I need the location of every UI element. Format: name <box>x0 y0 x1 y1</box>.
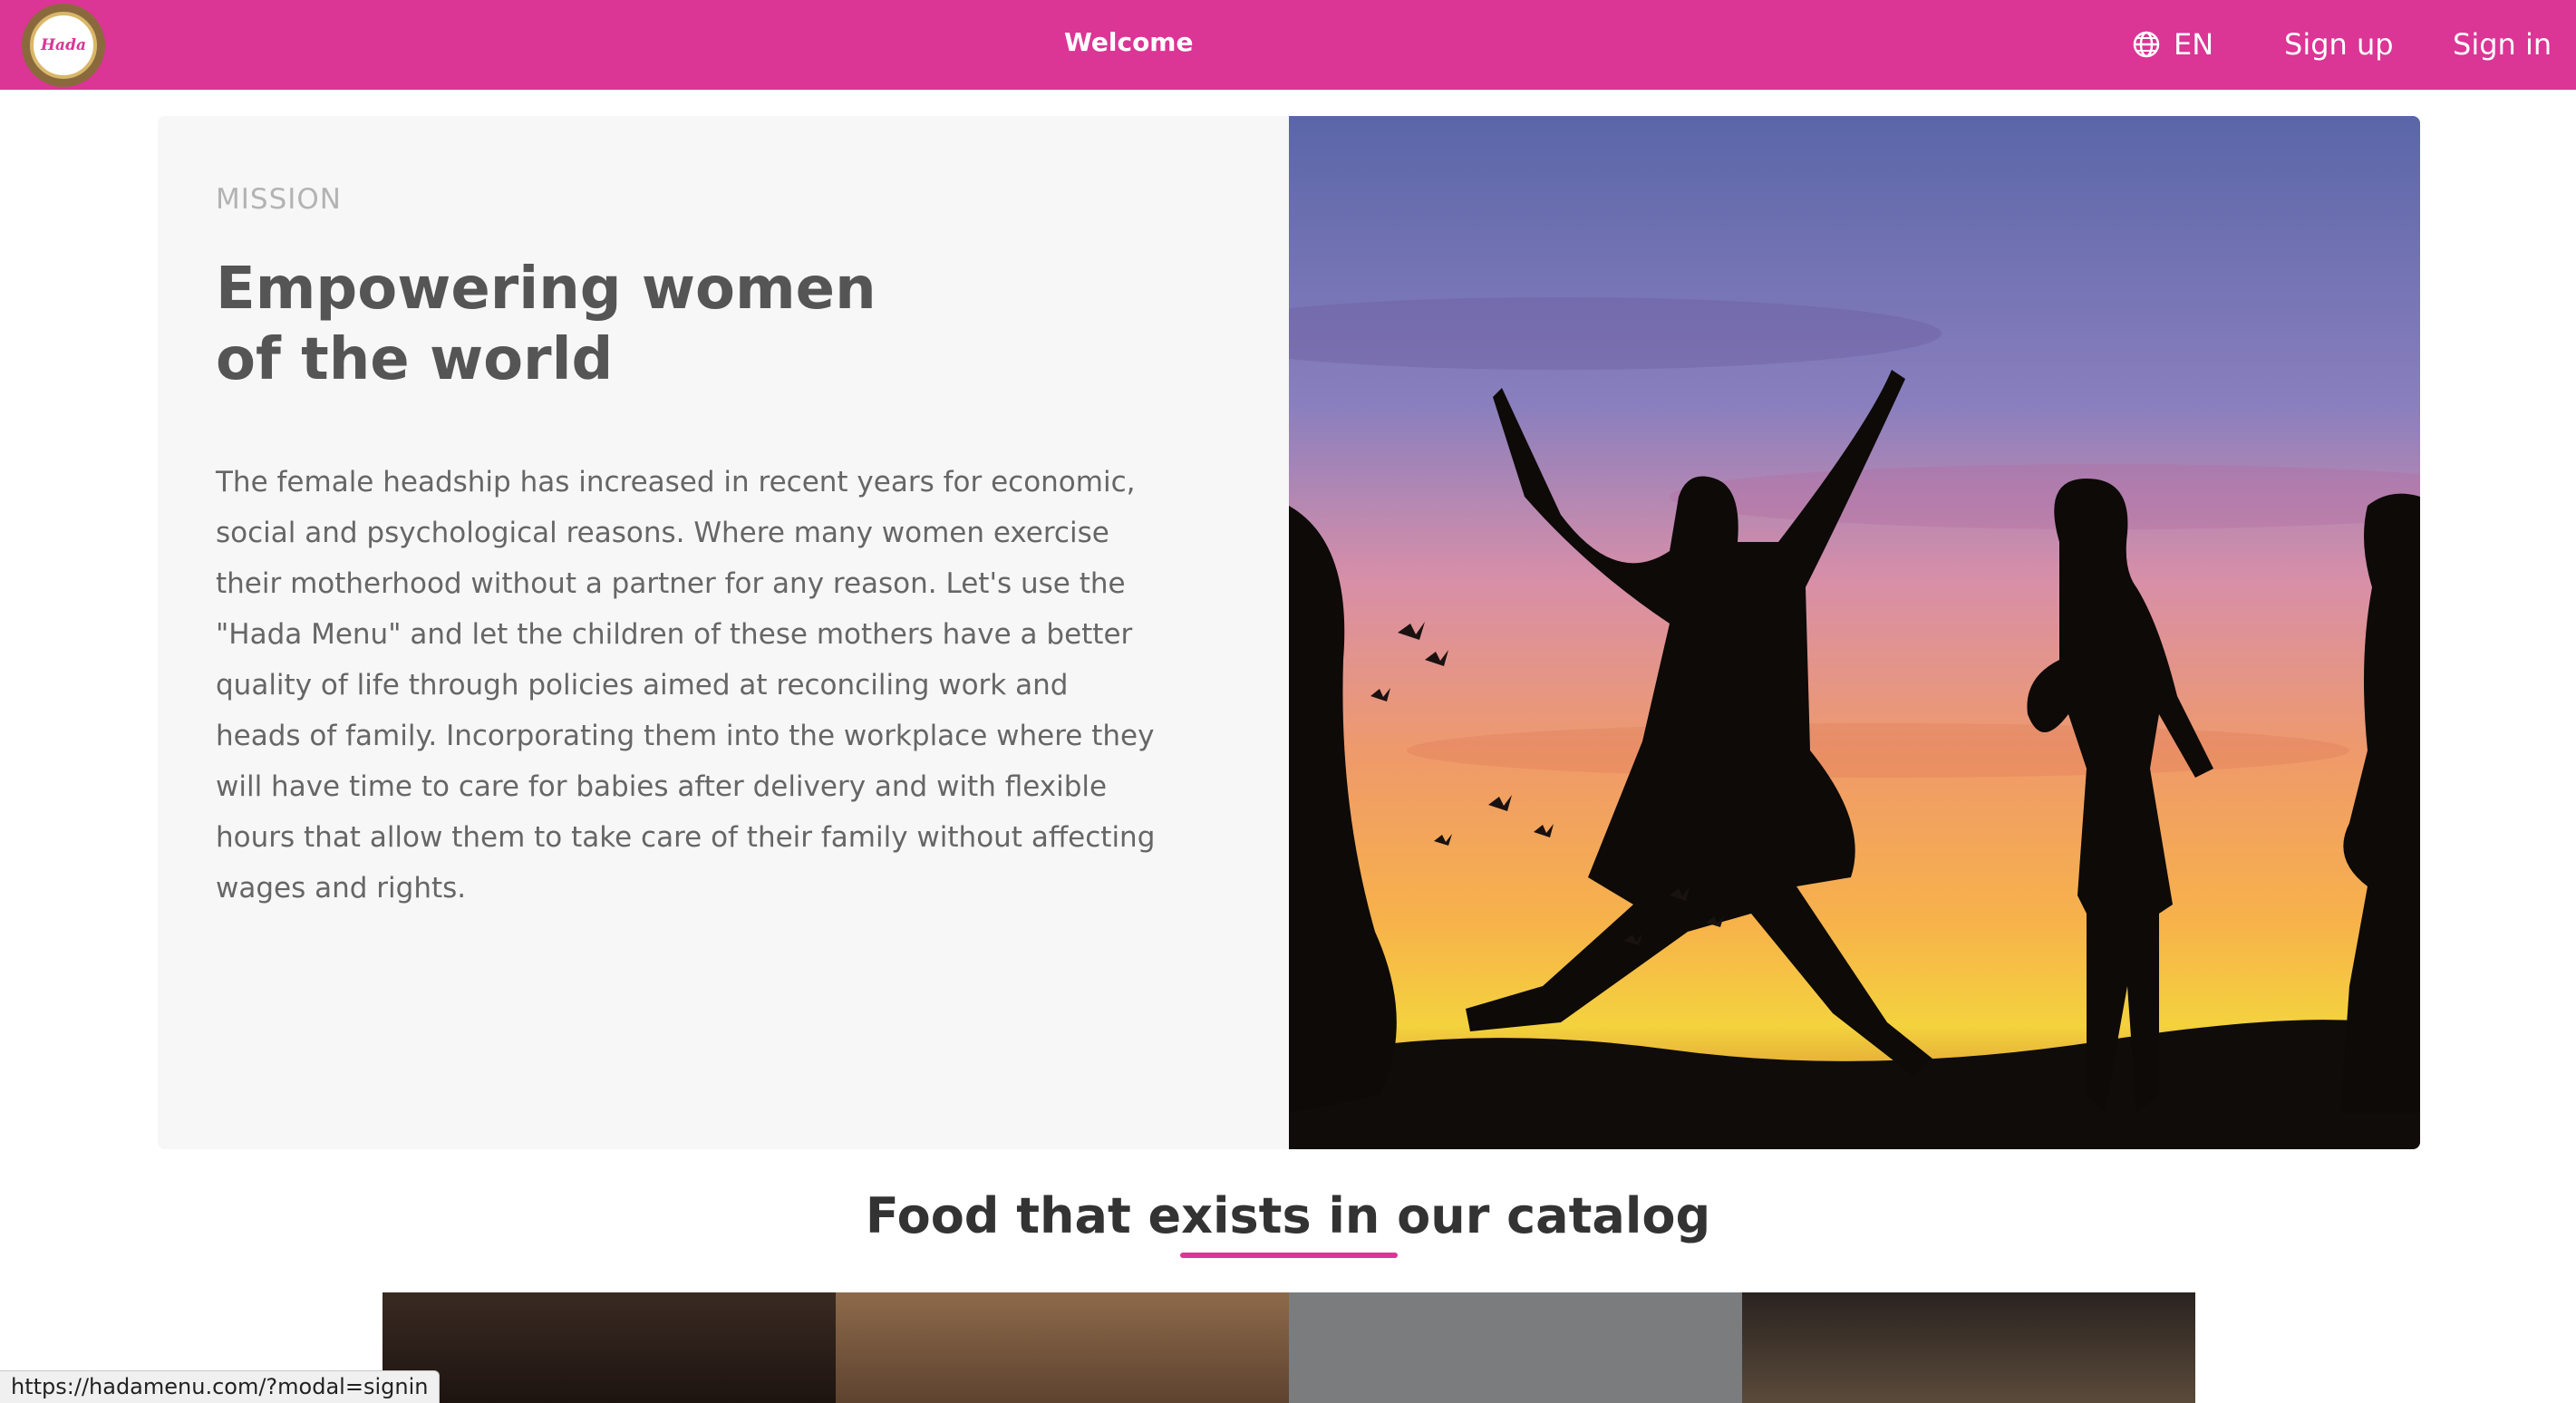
language-selector[interactable]: EN <box>2132 25 2213 63</box>
catalog-image[interactable] <box>1742 1292 2195 1403</box>
mission-text-panel: MISSION Empowering women of the world Th… <box>158 116 1289 1149</box>
catalog-image[interactable] <box>1289 1292 1742 1403</box>
sign-up-link[interactable]: Sign up <box>2284 25 2394 63</box>
globe-icon <box>2133 31 2160 58</box>
status-bar-url: https://hadamenu.com/?modal=signin <box>0 1370 441 1403</box>
sunset-silhouette-photo <box>1180 116 2420 1149</box>
catalog-image[interactable] <box>383 1292 836 1403</box>
catalog-image[interactable] <box>836 1292 1289 1403</box>
catalog-image-strip <box>383 1292 2195 1403</box>
nav-title: Welcome <box>1064 27 1194 57</box>
logo-text: Hada <box>30 12 97 79</box>
mission-body: The female headship has increased in rec… <box>216 466 1156 905</box>
title-underline <box>1180 1253 1398 1258</box>
mission-eyebrow: MISSION <box>216 183 342 216</box>
hada-logo[interactable]: Hada <box>22 4 105 87</box>
language-label: EN <box>2174 27 2214 62</box>
mission-card: MISSION Empowering women of the world Th… <box>158 116 2420 1149</box>
top-navbar: Hada Welcome EN Sign up Sign in <box>0 0 2576 90</box>
sign-in-link[interactable]: Sign in <box>2453 25 2552 63</box>
catalog-section-title: Food that exists in our catalog <box>865 1187 1711 1244</box>
mission-heading: Empowering women of the world <box>216 256 876 393</box>
